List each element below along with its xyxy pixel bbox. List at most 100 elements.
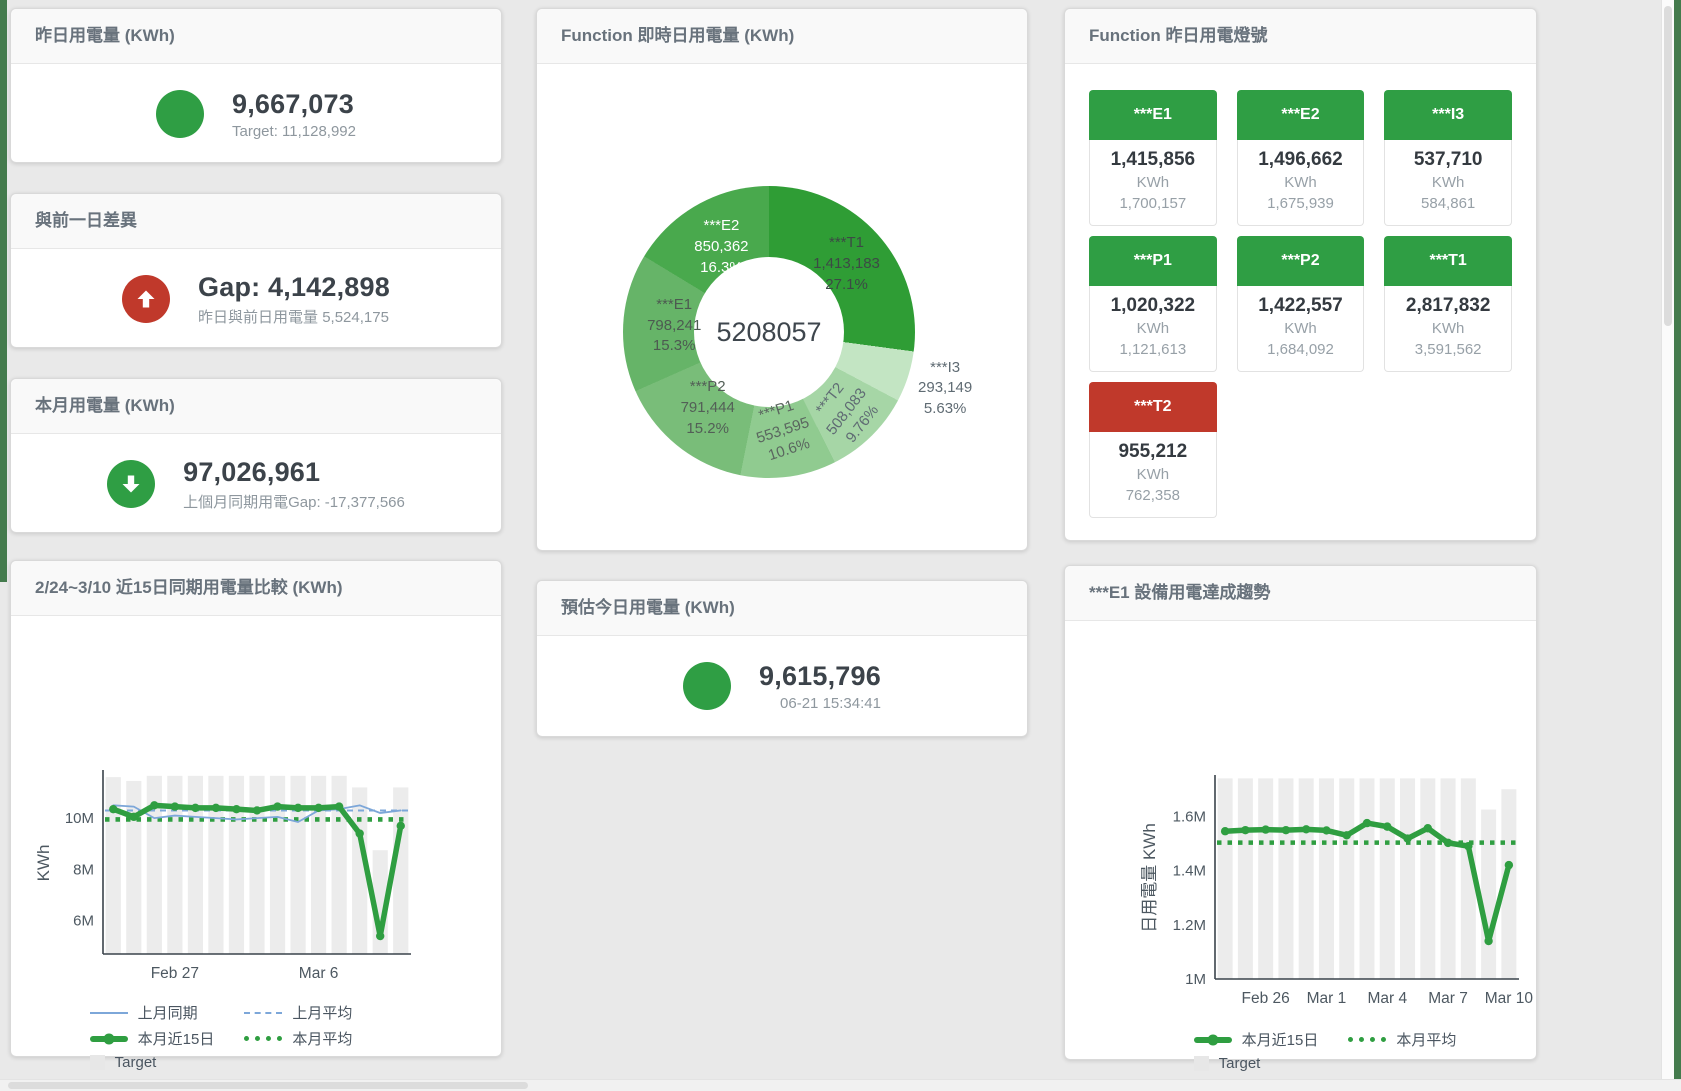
device-tile-unit: KWh: [1092, 173, 1214, 193]
device-tile-value: 1,422,557: [1240, 293, 1362, 319]
svg-text:Mar 1: Mar 1: [1307, 990, 1347, 1007]
legend-label: 本月平均: [292, 1028, 352, 1049]
device-tile-body: 1,020,322KWh1,121,613: [1089, 286, 1217, 372]
card-title: 預估今日用電量 (KWh): [537, 581, 1027, 636]
legend-item[interactable]: Target: [1194, 1055, 1319, 1072]
left-edge-strip: [0, 0, 7, 582]
legend-item[interactable]: 上月平均: [244, 1002, 352, 1023]
legend-marker-thick-icon: [90, 1036, 128, 1042]
device-tile: ***E11,415,856KWh1,700,157: [1089, 90, 1217, 226]
device-tile-value: 1,496,662: [1240, 147, 1362, 173]
legend-item[interactable]: 本月平均: [244, 1028, 352, 1049]
card-e1-trend: ***E1 設備用電達成趨勢 1M1.2M1.4M1.6MFeb 26Mar 1…: [1064, 565, 1537, 1060]
svg-text:日用電量 KWh: 日用電量 KWh: [1140, 823, 1159, 933]
svg-text:Mar 10: Mar 10: [1485, 990, 1533, 1007]
device-tile-value: 1,020,322: [1092, 293, 1214, 319]
legend-label: 本月平均: [1396, 1029, 1456, 1050]
device-tile-body: 2,817,832KWh3,591,562: [1384, 286, 1512, 372]
card-month-usage: 本月用電量 (KWh) 97,026,961 上個月同期用電Gap: -17,3…: [10, 378, 502, 533]
legend-item[interactable]: 本月平均: [1348, 1029, 1456, 1050]
device-tile: ***P21,422,557KWh1,684,092: [1237, 236, 1365, 372]
trend-line-chart: 1M1.2M1.4M1.6MFeb 26Mar 1Mar 4Mar 7Mar 1…: [1133, 771, 1533, 1021]
vertical-scrollbar[interactable]: [1661, 0, 1674, 1080]
legend-marker-square-icon: [1194, 1056, 1209, 1071]
kpi-value: 9,667,073: [232, 89, 356, 120]
card-status-lights: Function 昨日用電燈號 ***E11,415,856KWh1,700,1…: [1064, 8, 1537, 541]
device-tile-header: ***T2: [1089, 382, 1217, 432]
svg-text:Feb 27: Feb 27: [151, 965, 199, 982]
device-tile-header: ***E1: [1089, 90, 1217, 140]
card-realtime-pie: Function 即時日用電量 (KWh) 5208057 ***T11,413…: [536, 8, 1028, 551]
legend-marker-dots-icon: [244, 1036, 282, 1041]
device-tile: ***I3537,710KWh584,861: [1384, 90, 1512, 226]
device-tile-header: ***P1: [1089, 236, 1217, 286]
svg-text:6M: 6M: [73, 913, 94, 930]
svg-text:Mar 4: Mar 4: [1367, 990, 1407, 1007]
device-tile: ***E21,496,662KWh1,675,939: [1237, 90, 1365, 226]
device-tile-unit: KWh: [1092, 465, 1214, 485]
card-compare-chart: 2/24~3/10 近15日同期用電量比較 (KWh) 6M8M10MFeb 2…: [10, 560, 502, 1057]
horizontal-scrollbar[interactable]: [0, 1079, 1681, 1091]
donut-center-total: 5208057: [716, 317, 821, 348]
compare-line-chart: 6M8M10MFeb 27Mar 6KWh: [23, 764, 423, 994]
legend-label: Target: [1219, 1055, 1261, 1072]
vertical-scrollbar-thumb[interactable]: [1664, 6, 1672, 326]
svg-text:1.2M: 1.2M: [1173, 917, 1206, 934]
arrow-down-icon: [107, 460, 155, 508]
device-tile-value: 2,817,832: [1387, 293, 1509, 319]
device-tile-header: ***E2: [1237, 90, 1365, 140]
device-tile-header: ***T1: [1384, 236, 1512, 286]
legend-item[interactable]: 上月同期: [90, 1002, 215, 1023]
svg-text:1M: 1M: [1185, 971, 1206, 988]
donut-slice-label: ***E1798,24115.3%: [647, 295, 701, 357]
device-tile-header: ***P2: [1237, 236, 1365, 286]
compare-legend: 上月同期 上月平均本月近15日 本月平均 Target: [11, 1002, 431, 1071]
card-title: 2/24~3/10 近15日同期用電量比較 (KWh): [11, 561, 501, 616]
svg-text:Mar 6: Mar 6: [299, 965, 339, 982]
kpi-value: Gap: 4,142,898: [198, 272, 390, 303]
donut-slice-label: ***E2850,36216.3%: [694, 216, 748, 278]
device-tile-unit: KWh: [1240, 173, 1362, 193]
legend-item[interactable]: 本月近15日: [90, 1028, 215, 1049]
kpi-value: 9,615,796: [759, 661, 881, 692]
kpi-value: 97,026,961: [183, 457, 405, 488]
legend-label: 上月同期: [138, 1002, 198, 1023]
horizontal-scrollbar-thumb[interactable]: [8, 1082, 528, 1089]
legend-label: 本月近15日: [1242, 1029, 1319, 1050]
svg-text:KWh: KWh: [34, 845, 53, 882]
card-day-gap: 與前一日差異 Gap: 4,142,898 昨日與前日用電量 5,524,175: [10, 193, 502, 348]
legend-item[interactable]: Target: [90, 1054, 215, 1071]
kpi-timestamp: 06-21 15:34:41: [759, 695, 881, 712]
card-title: ***E1 設備用電達成趨勢: [1065, 566, 1536, 621]
svg-text:1.4M: 1.4M: [1173, 863, 1206, 880]
card-estimate-today: 預估今日用電量 (KWh) 9,615,796 06-21 15:34:41: [536, 580, 1028, 737]
kpi-subtitle: 昨日與前日用電量 5,524,175: [198, 306, 390, 327]
device-tile-value: 955,212: [1092, 439, 1214, 465]
device-tile-unit: KWh: [1387, 319, 1509, 339]
arrow-up-icon: [122, 275, 170, 323]
donut-slice-label: ***I3293,1495.63%: [918, 358, 972, 420]
legend-item[interactable]: 本月近15日: [1194, 1029, 1319, 1050]
device-tile-unit: KWh: [1092, 319, 1214, 339]
device-tile: ***T2955,212KWh762,358: [1089, 382, 1217, 518]
device-tile-unit: KWh: [1387, 173, 1509, 193]
status-circle-green: [683, 662, 731, 710]
card-title: 昨日用電量 (KWh): [11, 9, 501, 64]
device-tiles-grid: ***E11,415,856KWh1,700,157 ***E2 1,496,662…: [1065, 64, 1536, 518]
donut-chart: 5208057 ***T11,413,18327.1%***I3293,1495…: [623, 186, 915, 478]
card-title: 與前一日差異: [11, 194, 501, 249]
device-tile-body: 537,710KWh584,861: [1384, 140, 1512, 226]
device-tile-target: 3,591,562: [1387, 339, 1509, 361]
svg-text:8M: 8M: [73, 861, 94, 878]
device-tile-body: 1,415,856KWh1,700,157: [1089, 140, 1217, 226]
donut-slice-label: ***T11,413,18327.1%: [813, 233, 880, 295]
device-tile-value: 1,415,856: [1092, 147, 1214, 173]
card-title: Function 昨日用電燈號: [1065, 9, 1536, 64]
status-circle-green: [156, 90, 204, 138]
device-tile: ***T12,817,832KWh3,591,562: [1384, 236, 1512, 372]
device-tile-value: 537,710: [1387, 147, 1509, 173]
svg-text:Mar 7: Mar 7: [1428, 990, 1468, 1007]
device-tile-target: 1,684,092: [1240, 339, 1362, 361]
legend-label: 上月平均: [292, 1002, 352, 1023]
svg-text:1.6M: 1.6M: [1173, 808, 1206, 825]
